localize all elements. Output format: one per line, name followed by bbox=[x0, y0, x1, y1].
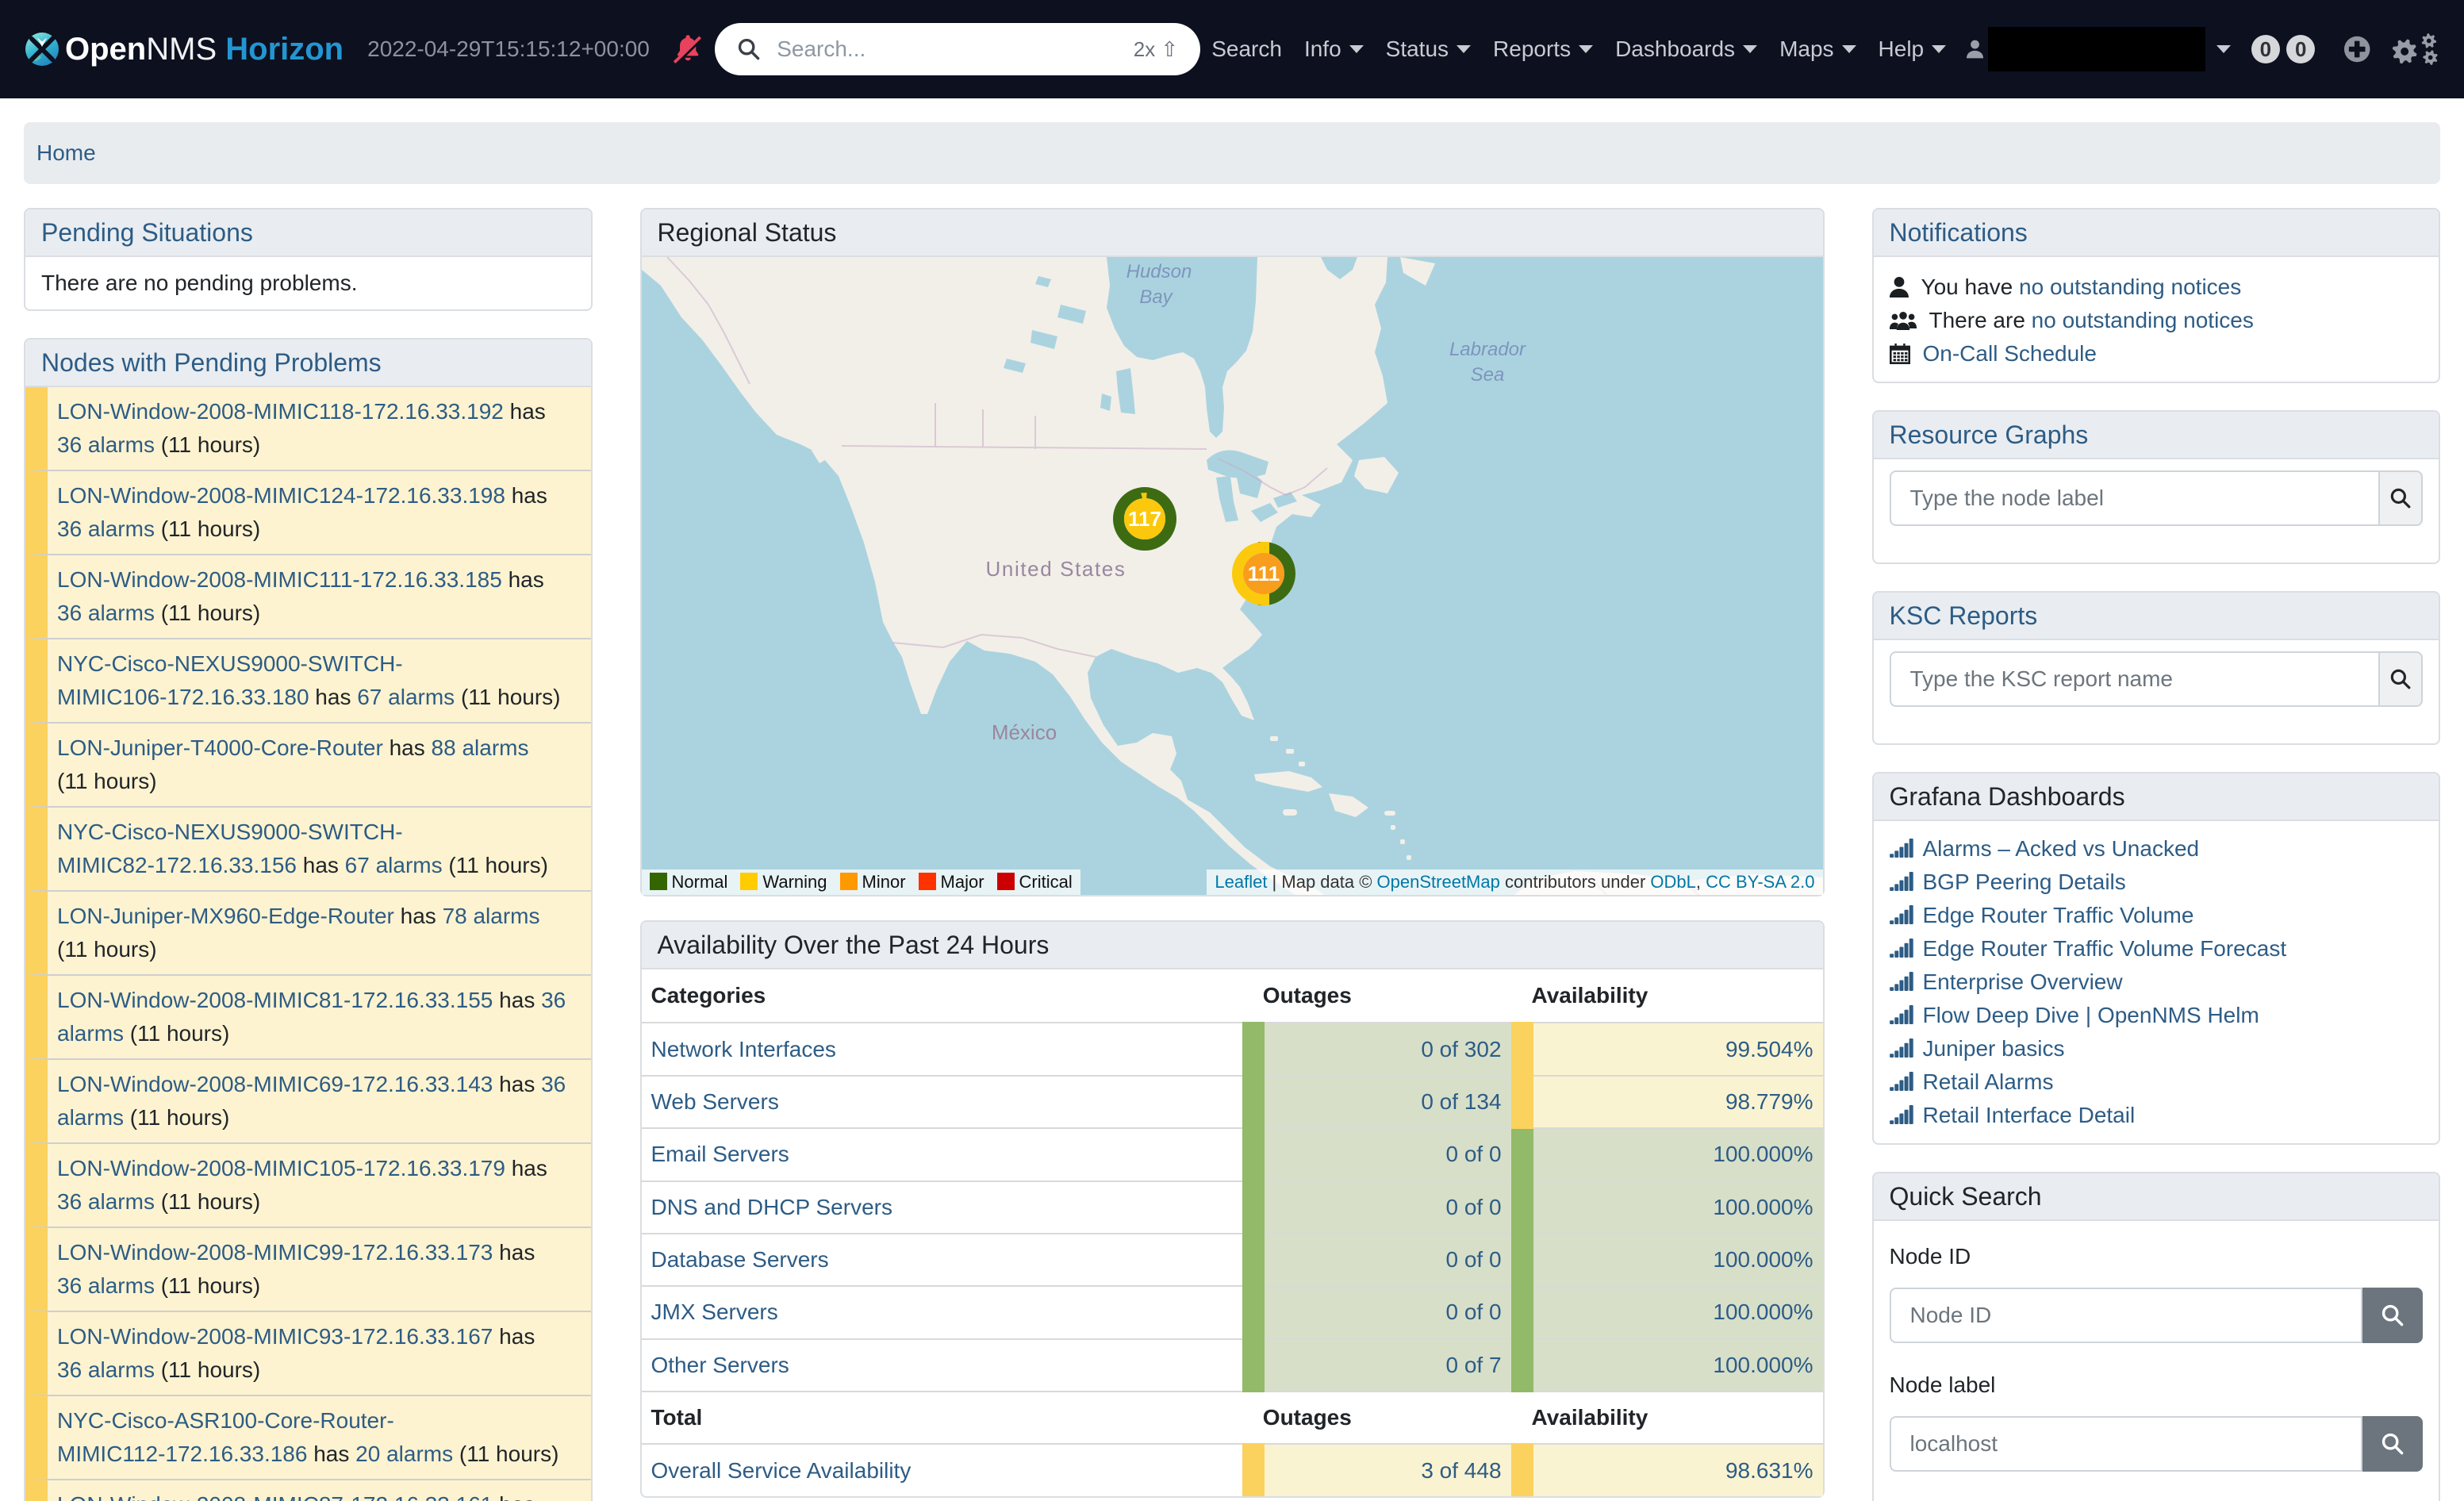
svg-text:México: México bbox=[991, 720, 1056, 744]
svg-text:United States: United States bbox=[985, 557, 1126, 581]
svg-text:Sea: Sea bbox=[1470, 364, 1504, 386]
svg-text:117: 117 bbox=[1128, 507, 1161, 531]
svg-text:Labrador: Labrador bbox=[1449, 339, 1526, 360]
svg-text:111: 111 bbox=[1247, 562, 1280, 585]
svg-text:Hudson: Hudson bbox=[1126, 261, 1192, 282]
svg-text:Bay: Bay bbox=[1139, 286, 1173, 308]
